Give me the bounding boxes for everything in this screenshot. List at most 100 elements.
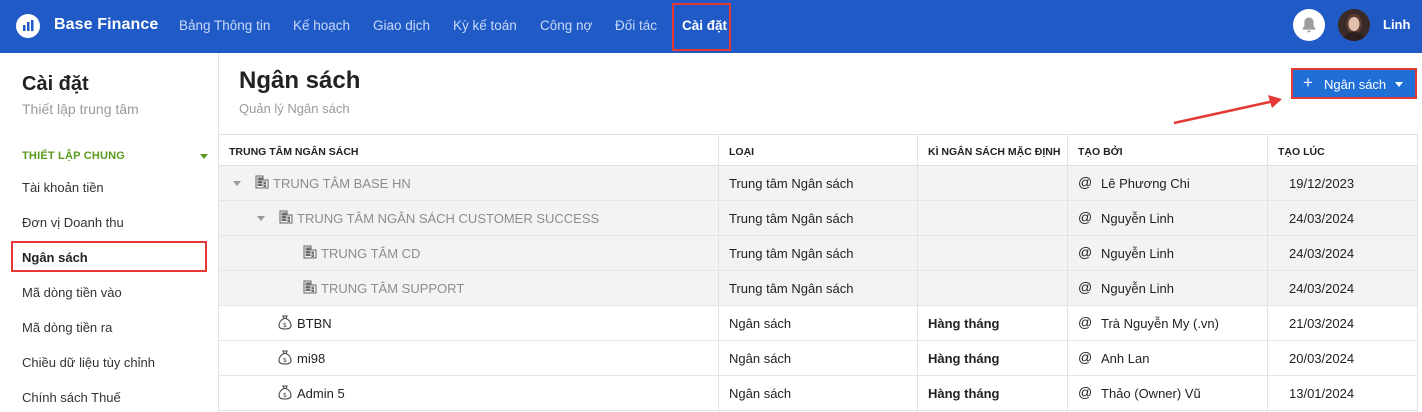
svg-text:$: $ — [283, 321, 287, 329]
sidebar-section-general[interactable]: THIẾT LẬP CHUNG — [22, 150, 125, 162]
logo-icon[interactable] — [16, 14, 40, 38]
column-divider — [1267, 134, 1268, 412]
user-name[interactable]: Linh — [1383, 17, 1410, 32]
table-row[interactable]: $ Admin 5 Ngân sách Hàng tháng @ Thảo (O… — [219, 376, 1417, 411]
row-created-at: 20/03/2024 — [1289, 351, 1355, 366]
building-icon — [303, 245, 317, 259]
table-row[interactable]: TRUNG TÂM NGÂN SÁCH CUSTOMER SUCCESS Tru… — [219, 201, 1417, 236]
row-name: BTBN — [297, 316, 332, 331]
row-name: TRUNG TÂM NGÂN SÁCH CUSTOMER SUCCESS — [297, 211, 600, 226]
row-created-by: Nguyễn Linh — [1101, 246, 1174, 261]
nav-dashboard[interactable]: Bảng Thông tin — [179, 18, 270, 33]
column-divider — [917, 134, 918, 412]
plus-icon: + — [1303, 73, 1313, 92]
row-created-at: 21/03/2024 — [1289, 316, 1355, 331]
table-row[interactable]: TRUNG TÂM SUPPORT Trung tâm Ngân sách @ … — [219, 271, 1417, 306]
building-icon — [255, 175, 269, 189]
building-icon — [303, 280, 317, 294]
sidebar-item-cash-out-codes[interactable]: Mã dòng tiền ra — [22, 320, 112, 335]
nav-plan[interactable]: Kế hoạch — [293, 18, 350, 33]
row-type: Ngân sách — [729, 316, 792, 331]
row-created-at: 24/03/2024 — [1289, 281, 1355, 296]
row-created-at: 13/01/2024 — [1289, 386, 1355, 401]
sidebar-item-revenue-units[interactable]: Đơn vị Doanh thu — [22, 215, 124, 230]
row-type: Trung tâm Ngân sách — [729, 246, 854, 261]
page-title: Ngân sách — [239, 67, 361, 94]
settings-sidebar: Cài đặt Thiết lập trung tâm THIẾT LẬP CH… — [0, 53, 219, 412]
column-divider — [1067, 134, 1068, 412]
nav-accounting-period[interactable]: Kỳ kế toán — [453, 18, 517, 33]
row-created-by: Anh Lan — [1101, 351, 1150, 366]
annotation-arrow — [1173, 95, 1282, 125]
col-budget-center[interactable]: TRUNG TÂM NGÂN SÁCH — [229, 146, 359, 158]
money-bag-icon: $ — [278, 350, 292, 365]
nav-transactions[interactable]: Giao dịch — [373, 18, 430, 33]
at-icon: @ — [1078, 244, 1093, 260]
row-name: TRUNG TÂM SUPPORT — [321, 281, 465, 296]
row-period: Hàng tháng — [928, 386, 1000, 401]
row-created-by: Lê Phương Chi — [1101, 176, 1190, 191]
at-icon: @ — [1078, 279, 1093, 295]
building-icon — [279, 210, 293, 224]
nav-debts[interactable]: Công nợ — [540, 18, 592, 33]
user-avatar[interactable] — [1338, 9, 1370, 41]
col-created-by[interactable]: TẠO BỞI — [1078, 146, 1123, 158]
add-budget-label: Ngân sách — [1324, 77, 1387, 92]
row-type: Trung tâm Ngân sách — [729, 211, 854, 226]
at-icon: @ — [1078, 349, 1093, 365]
top-navbar: Base Finance Bảng Thông tin Kế hoạch Gia… — [0, 0, 1422, 53]
add-budget-button[interactable]: + Ngân sách — [1291, 68, 1417, 99]
sidebar-item-cash-accounts[interactable]: Tài khoản tiền — [22, 180, 104, 195]
row-type: Trung tâm Ngân sách — [729, 176, 854, 191]
row-name: Admin 5 — [297, 386, 345, 401]
page-subtitle: Quản lý Ngân sách — [239, 101, 350, 116]
column-divider — [718, 134, 719, 412]
expand-caret-icon[interactable] — [233, 181, 241, 186]
col-default-period[interactable]: KÌ NGÂN SÁCH MẶC ĐỊNH — [928, 146, 1060, 158]
row-created-at: 24/03/2024 — [1289, 246, 1355, 261]
col-created-at[interactable]: TẠO LÚC — [1278, 146, 1325, 158]
row-type: Ngân sách — [729, 386, 792, 401]
row-name: mi98 — [297, 351, 326, 366]
row-period: Hàng tháng — [928, 316, 1000, 331]
row-type: Ngân sách — [729, 351, 792, 366]
at-icon: @ — [1078, 384, 1093, 400]
row-created-at: 24/03/2024 — [1289, 211, 1355, 226]
sidebar-subtitle: Thiết lập trung tâm — [22, 101, 139, 117]
section-caret-icon[interactable] — [200, 154, 208, 159]
sidebar-budget-highlight — [11, 241, 207, 272]
sidebar-title: Cài đặt — [22, 73, 89, 95]
row-created-by: Thảo (Owner) Vũ — [1101, 386, 1201, 401]
at-icon: @ — [1078, 174, 1093, 190]
sidebar-item-custom-dimensions[interactable]: Chiều dữ liệu tùy chỉnh — [22, 355, 155, 370]
sidebar-item-cash-in-codes[interactable]: Mã dòng tiền vào — [22, 285, 122, 300]
sidebar-item-tax-policy[interactable]: Chính sách Thuế — [22, 390, 121, 405]
table-row[interactable]: TRUNG TÂM CD Trung tâm Ngân sách @ Nguyễ… — [219, 236, 1417, 271]
column-divider — [1417, 134, 1418, 412]
row-created-at: 19/12/2023 — [1289, 176, 1355, 191]
col-type[interactable]: LOẠI — [729, 146, 754, 158]
table-row[interactable]: TRUNG TÂM BASE HN Trung tâm Ngân sách @ … — [219, 166, 1417, 201]
row-period: Hàng tháng — [928, 351, 1000, 366]
at-icon: @ — [1078, 209, 1093, 225]
nav-partners[interactable]: Đối tác — [615, 18, 657, 33]
brand-name[interactable]: Base Finance — [54, 16, 158, 34]
svg-text:$: $ — [283, 356, 287, 364]
budget-table: TRUNG TÂM NGÂN SÁCH LOẠI KÌ NGÂN SÁCH MẶ… — [219, 134, 1422, 412]
at-icon: @ — [1078, 314, 1093, 330]
caret-down-icon — [1395, 82, 1403, 87]
row-created-by: Trà Nguyễn My (.vn) — [1101, 316, 1219, 331]
notification-button[interactable] — [1293, 9, 1325, 41]
svg-text:$: $ — [283, 391, 287, 399]
table-row[interactable]: $ BTBN Ngân sách Hàng tháng @ Trà Nguyễn… — [219, 306, 1417, 341]
row-name: TRUNG TÂM CD — [321, 246, 421, 261]
table-row[interactable]: $ mi98 Ngân sách Hàng tháng @ Anh Lan 20… — [219, 341, 1417, 376]
money-bag-icon: $ — [278, 315, 292, 330]
row-created-by: Nguyễn Linh — [1101, 281, 1174, 296]
bell-icon — [1302, 17, 1316, 33]
row-type: Trung tâm Ngân sách — [729, 281, 854, 296]
expand-caret-icon[interactable] — [257, 216, 265, 221]
table-header: TRUNG TÂM NGÂN SÁCH LOẠI KÌ NGÂN SÁCH MẶ… — [219, 134, 1417, 166]
row-created-by: Nguyễn Linh — [1101, 211, 1174, 226]
money-bag-icon: $ — [278, 385, 292, 400]
